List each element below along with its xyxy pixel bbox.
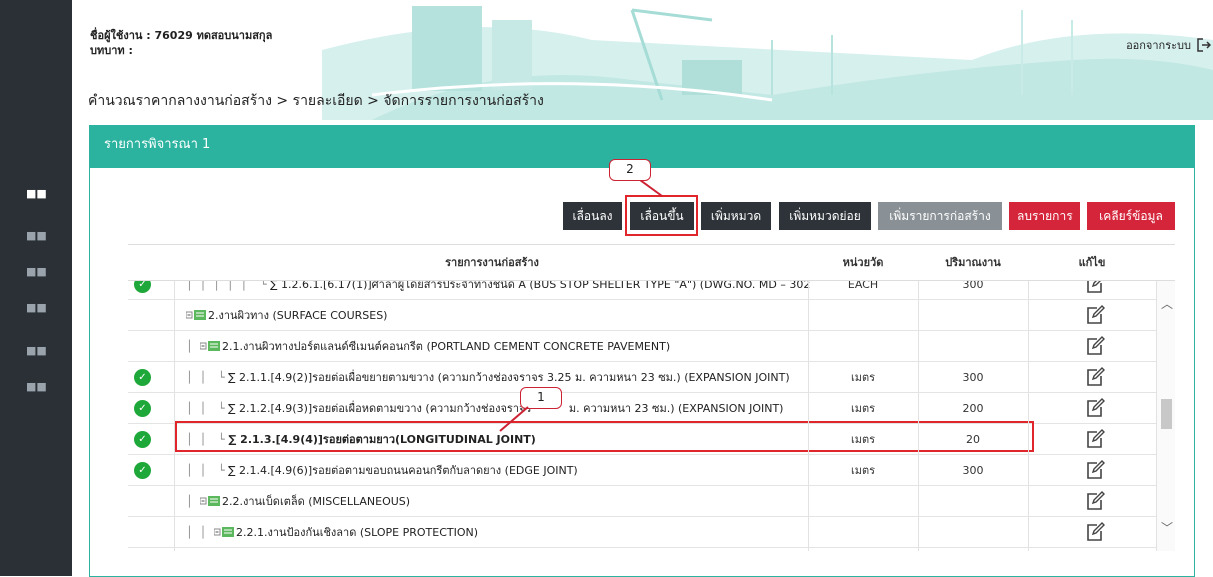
- edit-icon[interactable]: [1085, 398, 1105, 418]
- scroll-thumb[interactable]: [1161, 399, 1172, 429]
- tree-guide: │: [186, 340, 200, 353]
- row-qty: 200: [962, 402, 984, 415]
- row-name-text: 2.2.งานเบ็ดเตล็ด (MISCELLANEOUS): [222, 495, 411, 508]
- breadcrumb: คำนวณราคากลางงานก่อสร้าง > รายละเอียด > …: [88, 93, 544, 109]
- check-circle-icon: ✓: [134, 369, 151, 386]
- folder-tree-icon[interactable]: [200, 340, 220, 352]
- logout-label: ออกจากระบบ: [1126, 39, 1191, 52]
- table-row[interactable]: ✓ │ │ └ ∑ 2.1.1.[4.9(2)]รอยต่อเผื่อขยายตา…: [128, 362, 1156, 393]
- row-name[interactable]: 2.1.งานผิวทางปอร์ตแลนด์ซีเมนต์คอนกรีต (P…: [200, 331, 670, 362]
- scroll-down-icon[interactable]: ﹀: [1161, 519, 1173, 536]
- logout-button[interactable]: ออกจากระบบ: [1126, 36, 1211, 54]
- table-row[interactable]: │ 2.2.งานเบ็ดเตล็ด (MISCELLANEOUS): [128, 486, 1156, 517]
- add-subcategory-button[interactable]: เพิ่มหมวดย่อย: [779, 202, 871, 230]
- tree-branch: └: [218, 464, 229, 477]
- callout-bubble-2: 2: [609, 159, 651, 181]
- table-row[interactable]: ✓ │ │ └ ∑ 2.1.2.[4.9(3)]รอยต่อเผื่อหดตามข…: [128, 393, 1156, 424]
- header-edit: แก้ไข: [1078, 256, 1106, 269]
- scroll-up-icon[interactable]: ︿: [1161, 295, 1173, 312]
- callout-arrow-1: [499, 406, 529, 432]
- header: ชื่อผู้ใช้งาน : 76029 ทดสอบนามสกุล บทบาท…: [72, 0, 1213, 120]
- header-unit: หน่วยวัด: [842, 256, 884, 269]
- header-qty: ปริมาณงาน: [945, 256, 1001, 269]
- grid-header: รายการงานก่อสร้าง หน่วยวัด ปริมาณงาน แก้…: [128, 245, 1175, 281]
- sidebar-grid-icon-3[interactable]: ■■: [26, 265, 47, 279]
- check-circle-icon: ✓: [134, 400, 151, 417]
- clear-data-button[interactable]: เคลียร์ข้อมูล: [1087, 202, 1175, 230]
- row-name-text: ∑ 2.1.4.[4.9(6)]รอยต่อตามขอบถนนคอนกรีตกั…: [228, 464, 578, 477]
- header-item: รายการงานก่อสร้าง: [445, 256, 539, 269]
- row-unit: เมตร: [850, 464, 876, 477]
- edit-icon[interactable]: [1085, 336, 1105, 356]
- tree-branch: └: [218, 371, 229, 384]
- sidebar-grid-icon-5[interactable]: ■■: [26, 344, 47, 358]
- tree-guide: │ │: [186, 402, 214, 415]
- row-name-text: ∑ 2.1.1.[4.9(2)]รอยต่อเผื่อขยายตามขวาง (…: [228, 371, 790, 384]
- table-row[interactable]: │ 2.1.งานผิวทางปอร์ตแลนด์ซีเมนต์คอนกรีต …: [128, 331, 1156, 362]
- user-role: บทบาท :: [90, 44, 133, 57]
- construction-items-grid: รายการงานก่อสร้าง หน่วยวัด ปริมาณงาน แก้…: [128, 244, 1175, 551]
- add-category-button[interactable]: เพิ่มหมวด: [701, 202, 771, 230]
- row-name[interactable]: 2.2.1.งานป้องกันเชิงลาด (SLOPE PROTECTIO…: [214, 517, 478, 548]
- folder-tree-icon[interactable]: [200, 495, 220, 507]
- tree-guide: │ │: [186, 464, 214, 477]
- sidebar-grid-icon-6[interactable]: ■■: [26, 380, 47, 394]
- move-down-button[interactable]: เลื่อนลง: [563, 202, 622, 230]
- tree-guide: │ │: [186, 371, 214, 384]
- row-unit: เมตร: [850, 402, 876, 415]
- sidebar-grid-icon-1[interactable]: ■■: [26, 187, 47, 201]
- callout-highlight-move-up: [625, 195, 698, 236]
- edit-icon[interactable]: [1085, 429, 1105, 449]
- sidebar: ■■ ■■ ■■ ■■ ■■ ■■: [0, 0, 72, 576]
- sidebar-grid-icon-4[interactable]: ■■: [26, 301, 47, 315]
- check-circle-icon: ✓: [134, 462, 151, 479]
- callout-highlight-row: [175, 421, 1034, 452]
- tree-guide: │: [186, 495, 200, 508]
- delete-item-button[interactable]: ลบรายการ: [1009, 202, 1080, 230]
- tree-guide: │ │: [186, 526, 214, 539]
- table-row[interactable]: 2.งานผิวทาง (SURFACE COURSES): [128, 300, 1156, 331]
- row-name[interactable]: └ ∑ 2.1.1.[4.9(2)]รอยต่อเผื่อขยายตามขวาง…: [218, 362, 790, 393]
- add-construction-item-button[interactable]: เพิ่มรายการก่อสร้าง: [878, 202, 1002, 230]
- row-qty: 300: [962, 371, 984, 384]
- callout-arrow-2: [639, 180, 663, 197]
- row-name[interactable]: 2.งานผิวทาง (SURFACE COURSES): [186, 300, 387, 331]
- row-name-text: 2.1.งานผิวทางปอร์ตแลนด์ซีเมนต์คอนกรีต (P…: [222, 340, 671, 353]
- table-row[interactable]: │ │ 2.2.1.งานป้องกันเชิงลาด (SLOPE PROTE…: [128, 517, 1156, 548]
- table-row[interactable]: ✓ │ │ └ ∑ 2.1.4.[4.9(6)]รอยต่อตามขอบถนนคอ…: [128, 455, 1156, 486]
- edit-icon[interactable]: [1085, 305, 1105, 325]
- edit-icon[interactable]: [1085, 367, 1105, 387]
- check-circle-icon: ✓: [134, 431, 151, 448]
- folder-tree-icon[interactable]: [186, 309, 206, 321]
- row-name-tail: ม. ความหนา 23 ซม.) (EXPANSION JOINT): [565, 402, 784, 415]
- logout-icon: [1197, 38, 1211, 52]
- folder-tree-icon[interactable]: [214, 526, 234, 538]
- row-unit: เมตร: [850, 371, 876, 384]
- sidebar-grid-icon-2[interactable]: ■■: [26, 229, 47, 243]
- row-name-text: 2.2.1.งานป้องกันเชิงลาด (SLOPE PROTECTIO…: [236, 526, 479, 539]
- edit-icon[interactable]: [1085, 522, 1105, 542]
- row-name[interactable]: 2.2.งานเบ็ดเตล็ด (MISCELLANEOUS): [200, 486, 410, 517]
- row-name-text: 2.งานผิวทาง (SURFACE COURSES): [208, 309, 388, 322]
- edit-icon[interactable]: [1085, 460, 1105, 480]
- row-qty: 300: [962, 464, 984, 477]
- row-name[interactable]: └ ∑ 2.1.4.[4.9(6)]รอยต่อตามขอบถนนคอนกรีต…: [218, 455, 578, 486]
- edit-icon[interactable]: [1085, 491, 1105, 511]
- grid-scrollbar[interactable]: ︿ ﹀: [1156, 281, 1175, 551]
- tree-branch: └: [218, 402, 229, 415]
